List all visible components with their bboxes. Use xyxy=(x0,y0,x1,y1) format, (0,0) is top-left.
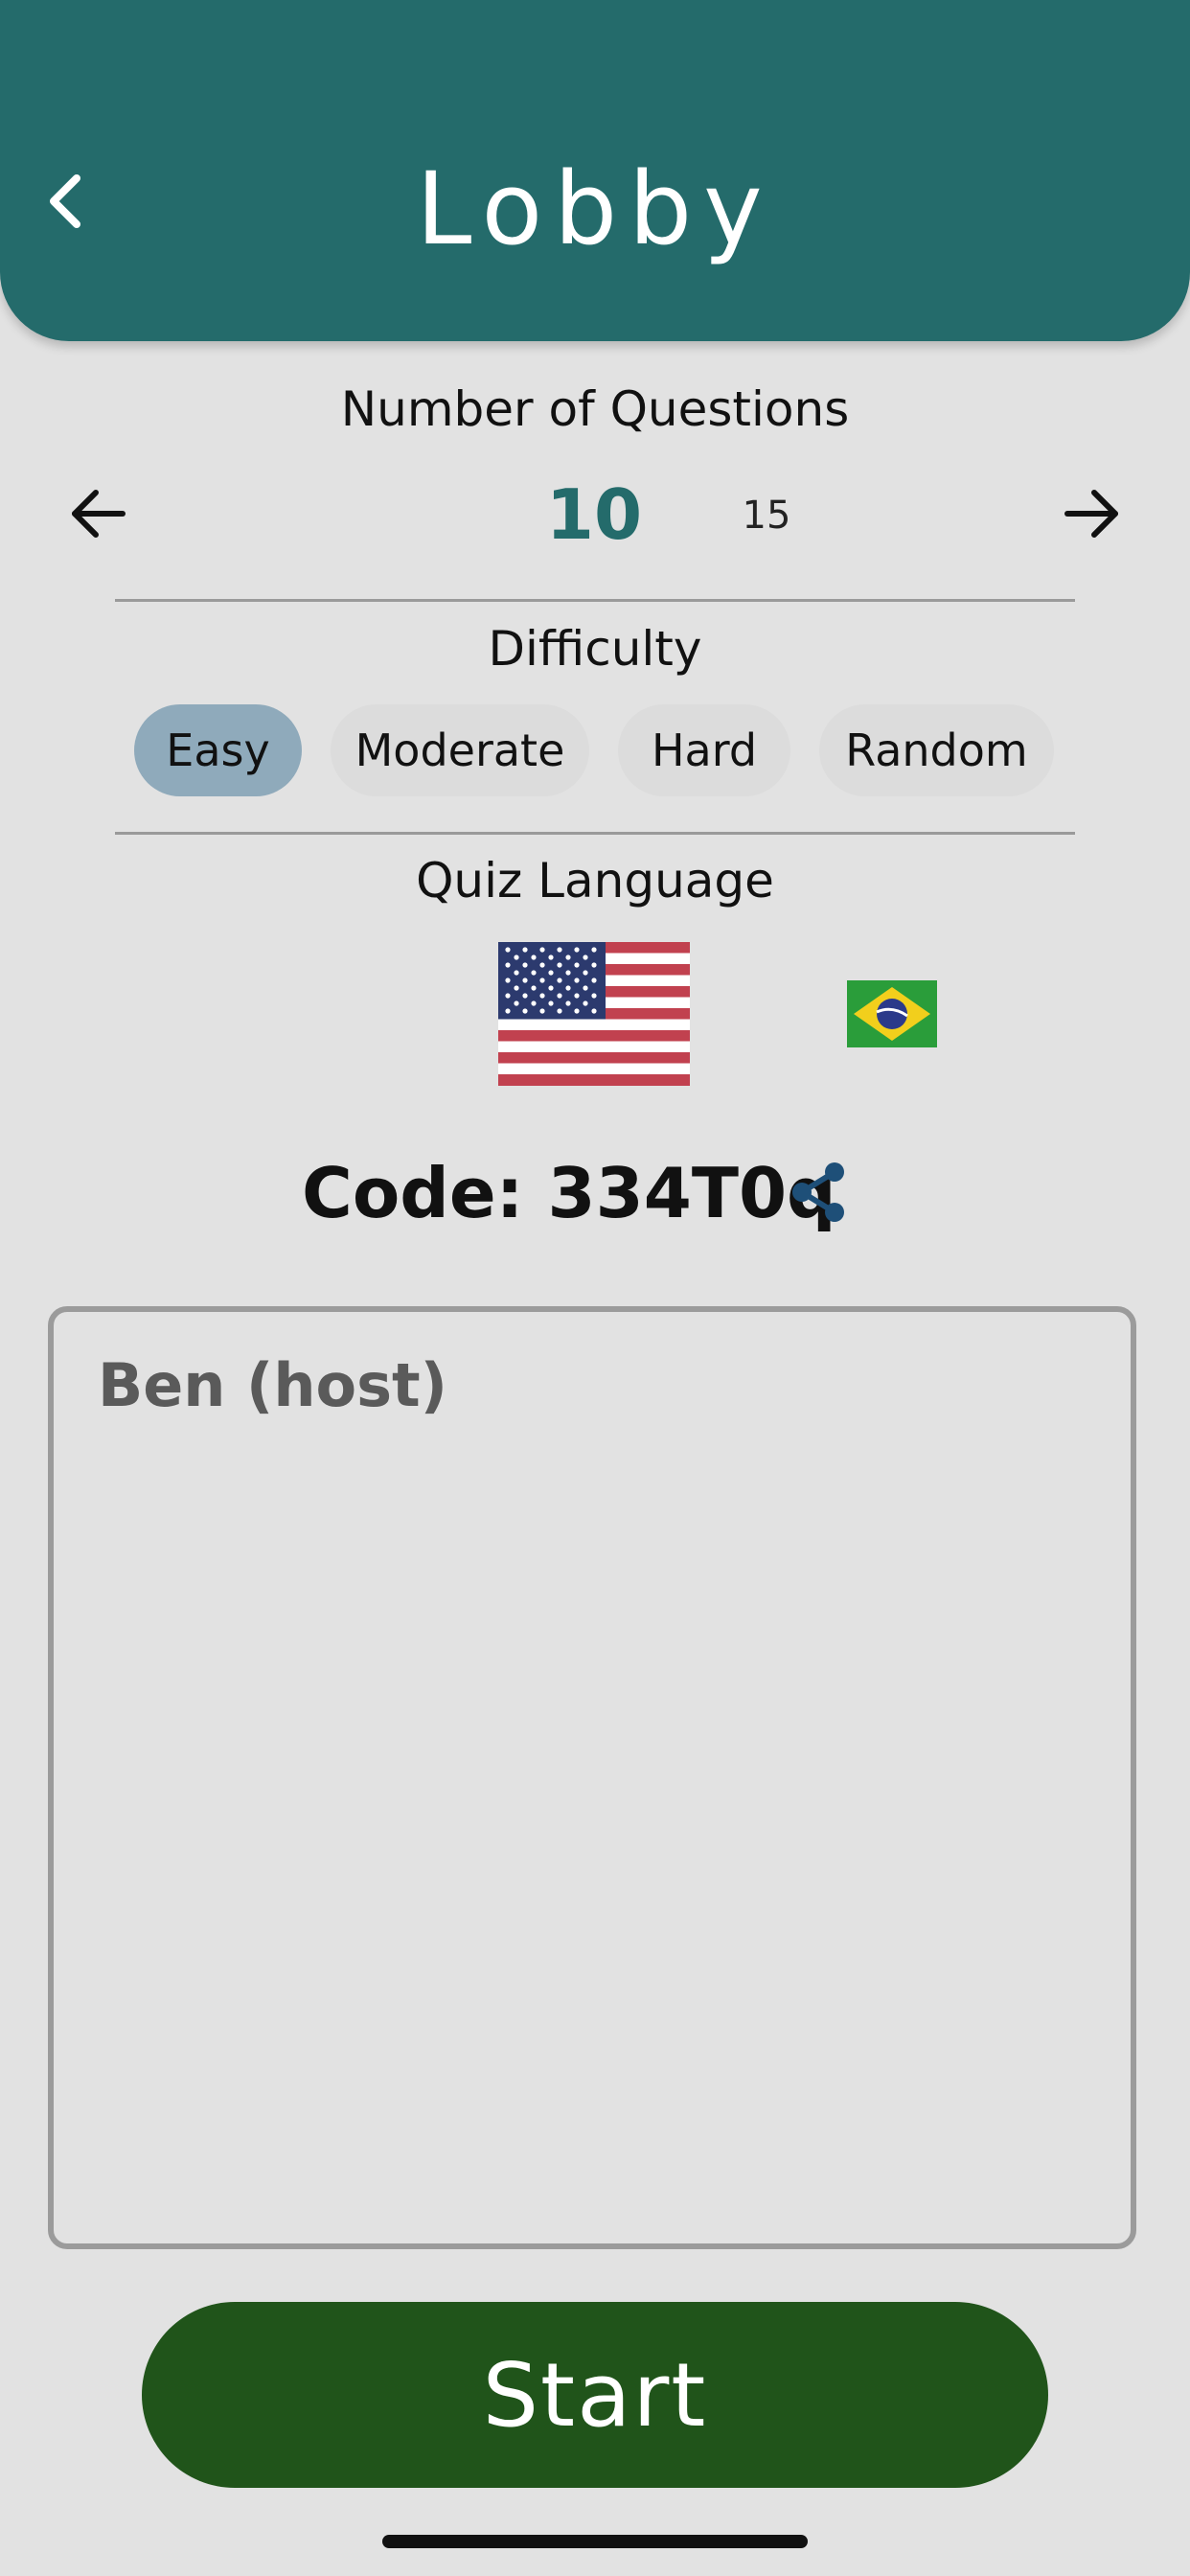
difficulty-chip-hard[interactable]: Hard xyxy=(618,704,790,796)
arrow-right-icon xyxy=(1064,490,1118,538)
questions-prev-button[interactable] xyxy=(59,475,136,552)
questions-current-value[interactable]: 10 xyxy=(537,474,652,555)
share-button[interactable] xyxy=(786,1154,853,1230)
code-row: Code: 334T0q xyxy=(0,1150,1190,1236)
brazil-flag-button[interactable] xyxy=(847,980,937,1047)
header: Lobby xyxy=(0,0,1190,341)
players-list: Ben (host) xyxy=(48,1306,1136,2249)
start-button[interactable]: Start xyxy=(142,2302,1048,2488)
home-indicator xyxy=(382,2535,808,2548)
us-flag-button[interactable] xyxy=(498,942,690,1086)
difficulty-label: Difficulty xyxy=(488,621,702,677)
divider xyxy=(115,599,1075,602)
difficulty-chip-random[interactable]: Random xyxy=(819,704,1054,796)
page-title: Lobby xyxy=(416,150,774,267)
player-name: Ben (host) xyxy=(98,1350,447,1420)
language-label: Quiz Language xyxy=(416,853,774,908)
questions-next-value[interactable]: 15 xyxy=(728,494,805,538)
difficulty-chip-moderate[interactable]: Moderate xyxy=(331,704,589,796)
brazil-flag-icon xyxy=(847,980,937,1047)
share-icon xyxy=(792,1162,844,1222)
arrow-left-icon xyxy=(72,490,126,538)
questions-label: Number of Questions xyxy=(340,381,850,437)
difficulty-chip-easy[interactable]: Easy xyxy=(134,704,302,796)
us-flag-icon xyxy=(498,942,690,1086)
divider xyxy=(115,832,1075,835)
questions-next-button[interactable] xyxy=(1054,475,1131,552)
lobby-code: Code: 334T0q xyxy=(302,1153,836,1233)
